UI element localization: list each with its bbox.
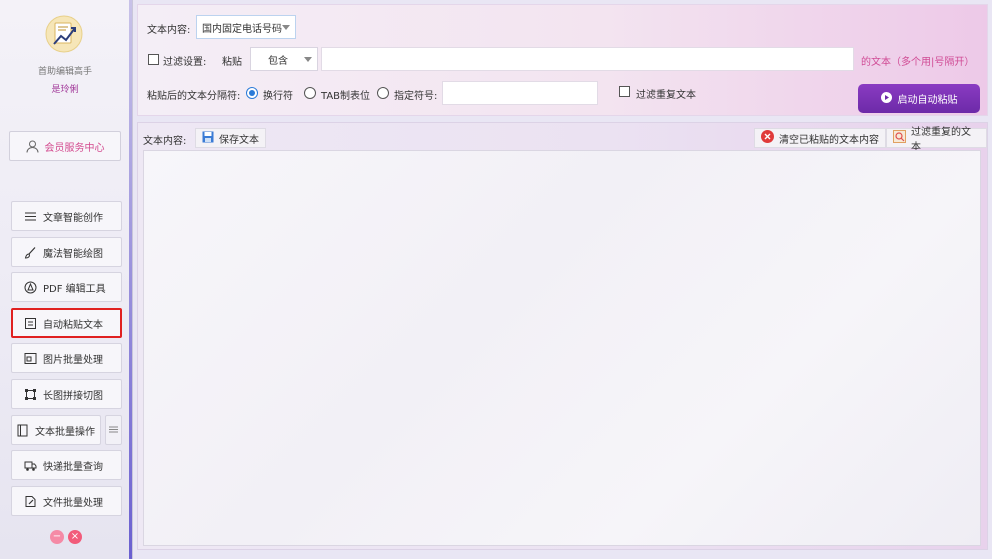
custom-separator-input[interactable]: [442, 81, 598, 105]
file-edit-icon: [24, 495, 37, 508]
app-name: 首助编辑高手: [37, 67, 92, 77]
sidebar-item-label: 文件批量处理: [43, 497, 103, 509]
filter-duplicate-label: 过滤重复的文本: [911, 127, 971, 153]
image-icon: [24, 352, 37, 365]
sidebar-expand-button[interactable]: [105, 415, 122, 445]
user-name[interactable]: 是玲俐: [0, 82, 130, 95]
sidebar-item-long-image[interactable]: 长图拼接切图: [11, 379, 122, 409]
sidebar-item-label: 文本批量操作: [35, 426, 95, 438]
clear-pasted-label: 清空已粘贴的文本内容: [779, 134, 879, 146]
sidebar-item-drawing[interactable]: 魔法智能绘图: [11, 237, 122, 267]
start-button-label: 启动自动粘贴: [897, 95, 958, 106]
sidebar-item-article[interactable]: 文章智能创作: [11, 201, 122, 231]
chevron-down-icon: [282, 25, 290, 30]
chevron-down-icon: [304, 57, 312, 62]
clipboard-icon: [24, 317, 37, 330]
sidebar-item-label: 快递批量查询: [43, 461, 103, 473]
content-type-label: 文本内容:: [147, 25, 191, 36]
contains-select[interactable]: 包含: [250, 47, 318, 71]
search-filter-icon: [893, 130, 906, 146]
window-controls: − ×: [50, 530, 82, 544]
text-panel: 文本内容: 保存文本 清空已粘贴的文本内容 过滤重复的文本: [137, 122, 988, 550]
sidebar-item-label: 魔法智能绘图: [43, 248, 103, 260]
radio-tab[interactable]: [304, 87, 316, 99]
filter-label: 过滤设置:: [163, 57, 207, 68]
content-type-select[interactable]: 国内固定电话号码: [196, 15, 296, 39]
sidebar-item-file-batch[interactable]: 文件批量处理: [11, 486, 122, 516]
sidebar-item-image[interactable]: 图片批量处理: [11, 343, 122, 373]
member-center-button[interactable]: 会员服务中心: [9, 131, 121, 161]
filter-hint: 的文本（多个用|号隔开）: [861, 57, 975, 68]
content-type-value: 国内固定电话号码: [202, 23, 282, 35]
sidebar-item-label: 图片批量处理: [43, 354, 103, 366]
radio-newline-label: 换行符: [263, 91, 293, 102]
sidebar: 首助编辑高手 是玲俐 会员服务中心 文章智能创作 魔法智能绘图 PDF 编辑工具…: [0, 0, 133, 559]
radio-custom[interactable]: [377, 87, 389, 99]
sidebar-item-express[interactable]: 快递批量查询: [11, 450, 122, 480]
paste-label: 粘贴: [222, 57, 242, 68]
minimize-icon[interactable]: −: [50, 530, 64, 544]
sidebar-item-label: 长图拼接切图: [43, 390, 103, 402]
filter-text-input[interactable]: [321, 47, 854, 71]
user-icon: [26, 140, 39, 153]
filter-duplicate-button[interactable]: 过滤重复的文本: [886, 127, 987, 153]
save-icon: [202, 131, 214, 146]
app-logo: [44, 14, 84, 54]
brush-icon: [24, 246, 37, 259]
sidebar-item-auto-paste[interactable]: 自动粘贴文本: [11, 308, 122, 338]
dedupe-checkbox[interactable]: [619, 86, 630, 97]
sidebar-item-label: 自动粘贴文本: [43, 319, 103, 331]
radio-custom-label: 指定符号:: [394, 91, 438, 102]
radio-tab-label: TAB制表位: [321, 91, 371, 102]
radio-newline[interactable]: [246, 87, 258, 99]
contains-value: 包含: [268, 55, 288, 67]
pdf-icon: [24, 281, 37, 294]
menu-lines-icon: [109, 425, 118, 436]
start-auto-paste-button[interactable]: 启动自动粘贴: [858, 84, 980, 113]
sidebar-item-label: PDF 编辑工具: [43, 283, 106, 295]
save-text-label: 保存文本: [219, 134, 259, 146]
close-icon[interactable]: ×: [68, 530, 82, 544]
text-content-area[interactable]: [143, 150, 981, 546]
clear-icon: [761, 130, 774, 146]
separator-label: 粘贴后的文本分隔符:: [147, 91, 241, 102]
text-content-label: 文本内容:: [143, 136, 187, 147]
settings-panel: 文本内容: 国内固定电话号码 过滤设置: 粘贴 包含 的文本（多个用|号隔开） …: [137, 4, 988, 116]
truck-icon: [24, 459, 37, 472]
sidebar-item-label: 文章智能创作: [43, 212, 103, 224]
clear-pasted-button[interactable]: 清空已粘贴的文本内容: [754, 128, 886, 148]
member-center-label: 会员服务中心: [44, 142, 105, 154]
list-icon: [24, 210, 37, 223]
crop-icon: [24, 388, 37, 401]
sidebar-item-pdf[interactable]: PDF 编辑工具: [11, 272, 122, 302]
dedupe-label: 过滤重复文本: [636, 90, 696, 101]
save-text-button[interactable]: 保存文本: [195, 128, 266, 148]
sidebar-item-text-batch[interactable]: 文本批量操作: [11, 415, 101, 445]
play-icon: [880, 91, 892, 106]
book-icon: [16, 424, 29, 437]
filter-checkbox[interactable]: [148, 54, 159, 65]
